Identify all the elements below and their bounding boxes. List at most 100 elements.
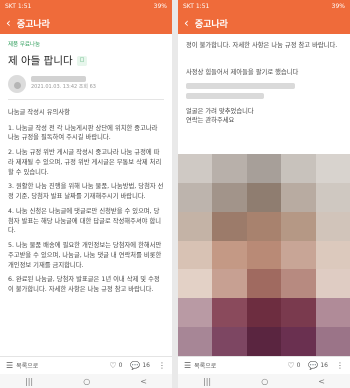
back-icon[interactable]: < bbox=[318, 377, 325, 386]
recent-apps-icon[interactable]: ||| bbox=[203, 377, 211, 386]
list-label: 목록으로 bbox=[16, 363, 39, 370]
notice-item: 3. 원활한 나눔 진행을 위해 나눔 물품, 나눔방법, 당첨자 선정 기준,… bbox=[8, 183, 164, 201]
mosaic-cell bbox=[212, 298, 247, 328]
mosaic-cell bbox=[178, 182, 213, 212]
mosaic-cell bbox=[178, 298, 213, 328]
notice-item: 2. 나눔 규정 위반 게시글 작성시 중고나라 나눔 규정에 따라 제재될 수… bbox=[8, 149, 162, 176]
back-icon[interactable]: < bbox=[140, 377, 147, 386]
mosaic-cell bbox=[178, 154, 213, 183]
mosaic-cell bbox=[315, 269, 350, 299]
app-bar: ‹ 중고나라 bbox=[178, 12, 350, 34]
heart-icon: ♡ bbox=[109, 360, 117, 370]
app-bar: ‹ 중고나라 bbox=[0, 12, 172, 34]
system-nav-bar: ||| ○ < bbox=[178, 374, 350, 388]
mosaic-cell bbox=[246, 269, 282, 299]
avatar-head-icon bbox=[13, 81, 21, 89]
notice-item: 4. 나눔 신청은 나눔글에 댓글로만 신청받을 수 있으며, 당첨자 발표는 … bbox=[8, 207, 162, 235]
redacted-line bbox=[186, 82, 296, 89]
post-tag: □ bbox=[76, 55, 88, 66]
mosaic-cell bbox=[281, 298, 316, 328]
post-category[interactable]: 제품 무료나눔 bbox=[8, 41, 164, 50]
status-bar: SKT 1:51 39% bbox=[0, 0, 172, 12]
bottom-action-bar: ☰ 목록으로 ♡ 0 💬 16 ⋮ bbox=[178, 356, 350, 374]
mosaic-cell bbox=[281, 269, 316, 299]
comment-button[interactable]: 💬 16 bbox=[308, 360, 328, 370]
mosaic-cell bbox=[212, 154, 247, 183]
mosaic-cell bbox=[281, 182, 316, 212]
heart-icon: ♡ bbox=[287, 360, 295, 370]
author-row: 2021.01.03. 13:42 조회 63 bbox=[8, 74, 164, 93]
list-icon: ☰ bbox=[6, 360, 14, 370]
post-body-line: 얼굴은 가려 맞추었습니다 bbox=[186, 107, 254, 115]
avatar[interactable] bbox=[8, 74, 26, 93]
list-icon: ☰ bbox=[184, 360, 192, 370]
comment-button[interactable]: 💬 16 bbox=[130, 360, 150, 370]
mosaic-cell bbox=[212, 327, 247, 356]
pixelated-photo bbox=[178, 154, 350, 356]
like-button[interactable]: ♡ 0 bbox=[287, 360, 301, 370]
status-indicators: 39% bbox=[332, 3, 345, 10]
list-label: 목록으로 bbox=[194, 363, 217, 370]
mosaic-cell bbox=[315, 182, 350, 212]
list-button[interactable]: ☰ 목록으로 bbox=[6, 361, 38, 370]
left-screen: SKT 1:51 39% ‹ 중고나라 제품 무료나눔 제 아들 팝니다 □ 2… bbox=[0, 0, 172, 388]
back-arrow-icon[interactable]: ‹ bbox=[184, 17, 189, 29]
mosaic-cell bbox=[246, 182, 282, 212]
post-content: 제품 무료나눔 제 아들 팝니다 □ 2021.01.03. 13:42 조회 … bbox=[0, 34, 172, 307]
mosaic-cell bbox=[315, 240, 350, 270]
mosaic-cell bbox=[212, 211, 247, 241]
comment-count: 16 bbox=[142, 362, 150, 369]
mosaic-cell bbox=[315, 154, 350, 183]
mosaic-cell bbox=[281, 154, 316, 183]
mosaic-cell bbox=[178, 240, 213, 270]
status-carrier-time: SKT 1:51 bbox=[5, 2, 32, 10]
right-screen: SKT 1:51 39% ‹ 중고나라 정이 불가합니다. 자세한 사항은 나눔… bbox=[178, 0, 350, 388]
like-button[interactable]: ♡ 0 bbox=[109, 360, 123, 370]
comment-icon: 💬 bbox=[130, 360, 141, 370]
mosaic-cell bbox=[315, 298, 350, 328]
mosaic-cell bbox=[178, 269, 213, 299]
home-icon[interactable]: ○ bbox=[261, 377, 268, 386]
mosaic-cell bbox=[281, 240, 316, 270]
redacted-line bbox=[186, 92, 264, 99]
divider bbox=[8, 98, 164, 100]
recent-apps-icon[interactable]: ||| bbox=[25, 377, 33, 386]
like-count: 0 bbox=[118, 362, 123, 369]
mosaic-cell bbox=[281, 211, 316, 241]
notice-item: 1. 나눔글 작성 전 각 나눔게시판 상단에 위치한 중고나라 나눔 규정을 … bbox=[8, 124, 158, 142]
notice-item: 6. 완료된 나눔글, 당첨자 발표글은 1년 이내 삭제 및 수정이 불가합니… bbox=[8, 276, 160, 294]
status-indicators: 39% bbox=[154, 3, 167, 10]
mosaic-cell bbox=[246, 154, 282, 183]
more-icon[interactable]: ⋮ bbox=[336, 361, 344, 370]
battery-level: 39% bbox=[153, 2, 167, 10]
author-name-redacted bbox=[31, 75, 86, 82]
post-meta: 2021.01.03. 13:42 조회 63 bbox=[31, 83, 96, 90]
mosaic-cell bbox=[178, 327, 213, 356]
comment-count: 16 bbox=[320, 362, 328, 369]
mosaic-cell bbox=[178, 211, 213, 241]
bottom-action-bar: ☰ 목록으로 ♡ 0 💬 16 ⋮ bbox=[0, 356, 172, 374]
mosaic-cell bbox=[212, 182, 247, 212]
mosaic-cell bbox=[246, 240, 282, 270]
battery-level: 39% bbox=[331, 2, 345, 10]
home-icon[interactable]: ○ bbox=[83, 377, 90, 386]
notice-item-continued: 정이 불가합니다. 자세한 사항은 나눔 규정 참고 바랍니다. bbox=[186, 42, 338, 49]
system-nav-bar: ||| ○ < bbox=[0, 374, 172, 388]
back-arrow-icon[interactable]: ‹ bbox=[6, 17, 11, 29]
app-title: 중고나라 bbox=[194, 19, 228, 30]
notice-title: 나눔글 작성시 유의사항 bbox=[8, 108, 70, 116]
post-title: 제 아들 팝니다 bbox=[8, 54, 73, 67]
mosaic-cell bbox=[212, 240, 247, 270]
more-icon[interactable]: ⋮ bbox=[158, 361, 166, 370]
like-count: 0 bbox=[296, 362, 301, 369]
post-body-line: 연락는 관하주세요 bbox=[186, 117, 235, 125]
mosaic-cell bbox=[246, 298, 282, 328]
list-button[interactable]: ☰ 목록으로 bbox=[184, 361, 216, 370]
status-bar: SKT 1:51 39% bbox=[178, 0, 350, 12]
mosaic-cell bbox=[281, 327, 316, 356]
mosaic-cell bbox=[246, 327, 282, 356]
mosaic-cell bbox=[315, 211, 350, 241]
post-body-line: 사정상 힘들어서 제아들을 팔기로 했습니다 bbox=[186, 68, 299, 76]
mosaic-cell bbox=[212, 269, 247, 299]
comment-icon: 💬 bbox=[308, 360, 319, 370]
